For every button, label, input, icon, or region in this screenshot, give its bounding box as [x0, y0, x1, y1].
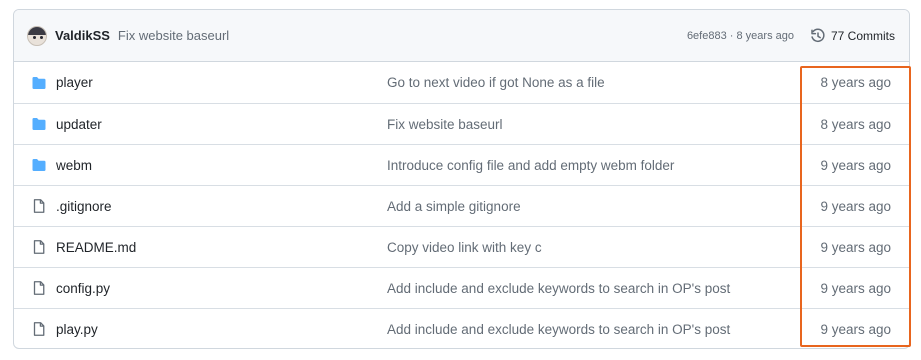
avatar-hair: [28, 26, 46, 35]
file-list-box: ValdikSS Fix website baseurl 6efe883 · 8…: [13, 9, 910, 349]
commit-message-link[interactable]: Add include and exclude keywords to sear…: [387, 322, 791, 337]
file-row[interactable]: config.py Add include and exclude keyword…: [14, 267, 909, 308]
commit-age: 9 years ago: [820, 239, 891, 255]
file-link[interactable]: config.py: [56, 281, 387, 296]
commit-age: 9 years ago: [820, 157, 891, 173]
commit-age: 8 years ago: [736, 29, 794, 42]
file-icon: [31, 280, 47, 296]
avatar-eye: [33, 35, 36, 39]
avatar-eye: [40, 35, 43, 39]
folder-icon: [31, 75, 47, 91]
commit-message-link[interactable]: Go to next video if got None as a file: [387, 75, 791, 90]
file-link[interactable]: play.py: [56, 322, 387, 337]
latest-commit-message[interactable]: Fix website baseurl: [118, 28, 229, 43]
commit-message-link[interactable]: Copy video link with key c: [387, 240, 791, 255]
folder-icon: [31, 116, 47, 132]
file-link[interactable]: README.md: [56, 240, 387, 255]
folder-icon: [31, 157, 47, 173]
commit-sha[interactable]: 6efe883: [687, 30, 727, 42]
commit-age: 9 years ago: [820, 280, 891, 296]
file-row[interactable]: play.py Add include and exclude keywords …: [14, 308, 909, 348]
folder-link[interactable]: webm: [56, 158, 387, 173]
commit-author[interactable]: ValdikSS: [55, 28, 110, 43]
commit-meta: 6efe883 · 8 years ago 77 Commits: [687, 28, 895, 44]
meta-separator: ·: [729, 29, 734, 42]
commit-message-link[interactable]: Add a simple gitignore: [387, 199, 791, 214]
commit-age: 9 years ago: [820, 321, 891, 337]
commits-count: 77 Commits: [830, 28, 895, 43]
folder-link[interactable]: player: [56, 75, 387, 90]
commit-message-link[interactable]: Fix website baseurl: [387, 117, 791, 132]
commit-age: 8 years ago: [820, 75, 891, 90]
file-row[interactable]: webm Introduce config file and add empty …: [14, 144, 909, 185]
file-link[interactable]: .gitignore: [56, 199, 387, 214]
file-row[interactable]: updater Fix website baseurl 8 years ago: [14, 103, 909, 144]
commit-sha-age: 6efe883 · 8 years ago: [687, 30, 794, 42]
folder-link[interactable]: updater: [56, 117, 387, 132]
latest-commit-bar: ValdikSS Fix website baseurl 6efe883 · 8…: [14, 10, 909, 62]
file-row[interactable]: player Go to next video if got None as a …: [14, 62, 909, 103]
file-icon: [31, 239, 47, 255]
file-rows: player Go to next video if got None as a …: [14, 62, 909, 348]
history-icon: [811, 28, 825, 42]
file-icon: [31, 321, 47, 337]
commit-message-link[interactable]: Introduce config file and add empty webm…: [387, 158, 791, 173]
file-row[interactable]: README.md Copy video link with key c 9 yea…: [14, 226, 909, 267]
commit-message-link[interactable]: Add include and exclude keywords to sear…: [387, 281, 791, 296]
commits-history-button[interactable]: 77 Commits: [810, 28, 895, 44]
commit-age: 9 years ago: [820, 198, 891, 214]
file-icon: [31, 198, 47, 214]
file-row[interactable]: .gitignore Add a simple gitignore 9 years …: [14, 185, 909, 226]
commit-age: 8 years ago: [820, 116, 891, 132]
user-avatar[interactable]: [27, 25, 47, 46]
